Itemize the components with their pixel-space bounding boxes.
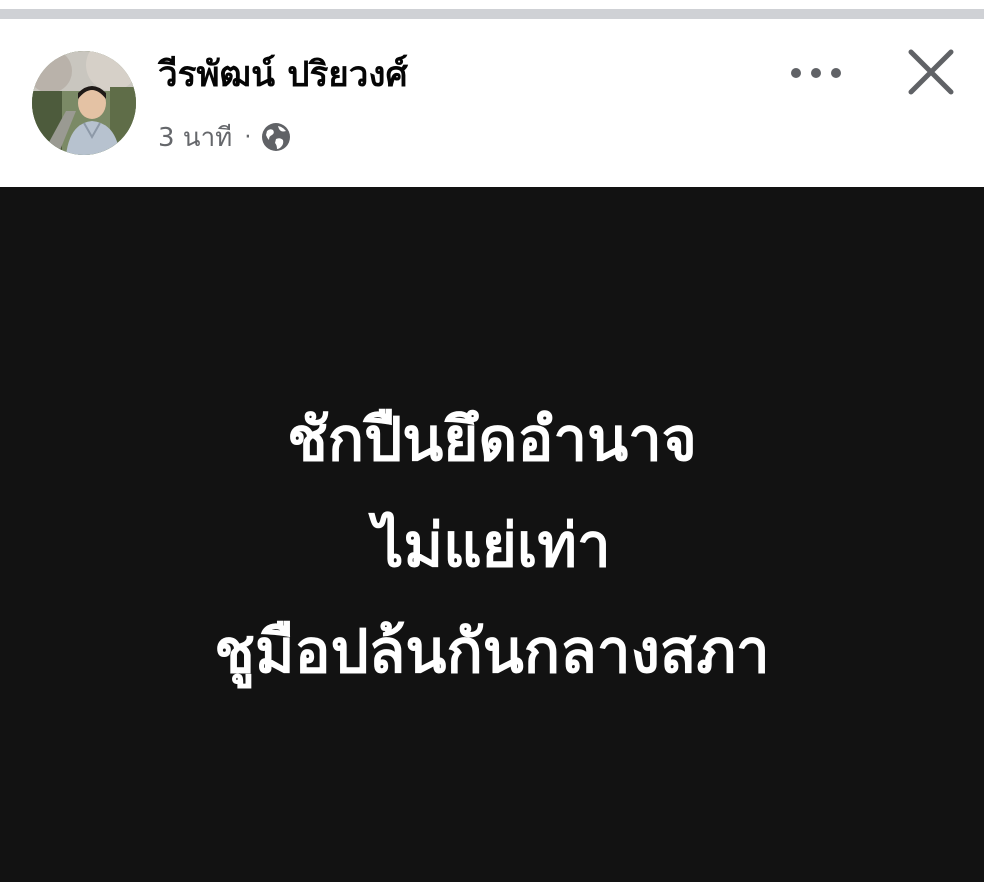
more-options-button[interactable] xyxy=(784,53,848,93)
avatar[interactable] xyxy=(32,51,136,155)
timestamp[interactable]: 3 นาที xyxy=(158,117,232,158)
post-image[interactable]: ชักปืนยึดอำนาจ ไม่แย่เท่า ชูมือปล้นกันกล… xyxy=(0,187,984,882)
top-strip xyxy=(0,0,984,19)
post-header: วีรพัฒน์ ปริยวงศ์ 3 นาที · xyxy=(0,19,984,187)
globe-icon[interactable] xyxy=(261,122,291,152)
more-horizontal-icon xyxy=(791,68,841,78)
image-text: ชักปืนยึดอำนาจ ไม่แย่เท่า ชูมือปล้นกันกล… xyxy=(0,387,984,705)
close-button[interactable] xyxy=(900,41,962,103)
divider xyxy=(0,9,984,19)
close-icon xyxy=(908,49,954,95)
separator-dot: · xyxy=(244,124,252,150)
image-text-line: ไม่แย่เท่า xyxy=(373,511,611,581)
post-meta: 3 นาที · xyxy=(158,119,291,155)
avatar-photo xyxy=(32,51,136,155)
image-text-line: ชูมือปล้นกันกลางสภา xyxy=(214,617,770,687)
author-name[interactable]: วีรพัฒน์ ปริยวงศ์ xyxy=(158,53,408,97)
post-viewer: วีรพัฒน์ ปริยวงศ์ 3 นาที · ชักปืนยึดอำนา… xyxy=(0,0,984,882)
image-text-line: ชักปืนยึดอำนาจ xyxy=(287,405,697,475)
